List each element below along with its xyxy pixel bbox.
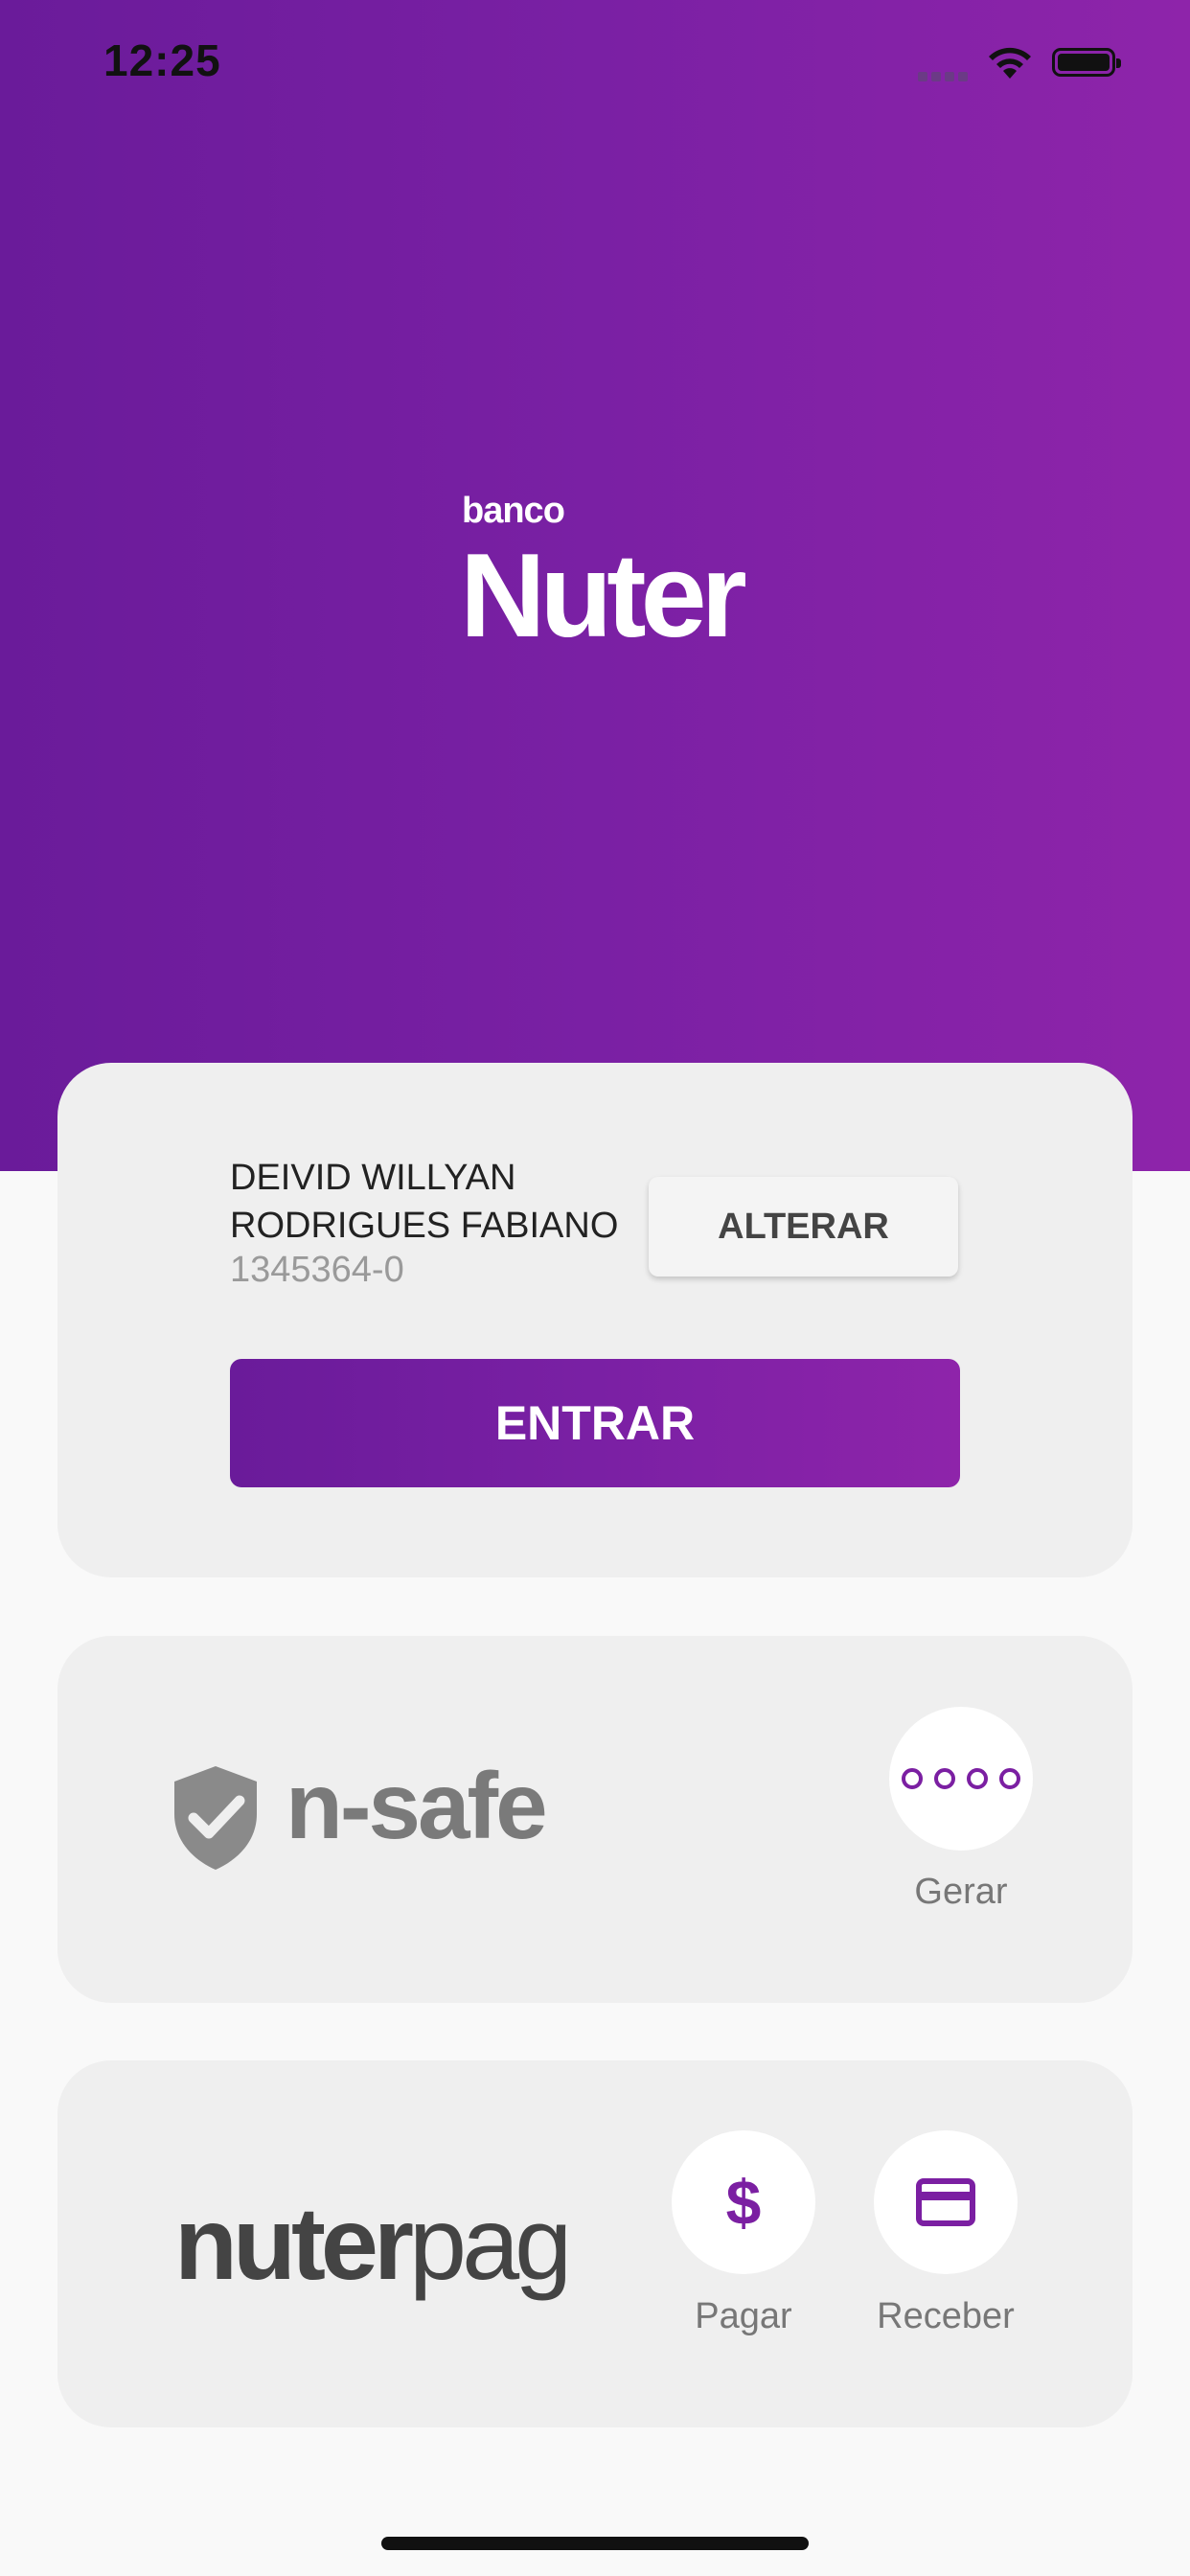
brand-prefix: banco	[462, 491, 565, 531]
user-name: DEIVID WILLYAN RODRIGUES FABIANO	[230, 1154, 618, 1250]
nuterpag-logo-bold: nuter	[174, 2185, 414, 2301]
nuterpag-logo-light: pag	[409, 2185, 572, 2301]
credit-card-icon	[916, 2178, 975, 2226]
pay-label: Pagar	[695, 2296, 792, 2336]
shield-check-icon	[174, 1766, 257, 1870]
wifi-icon	[989, 47, 1031, 79]
generate-label: Gerar	[914, 1872, 1008, 1912]
user-name-line1: DEIVID WILLYAN	[230, 1158, 516, 1198]
nsafe-card: n-safe Gerar	[57, 1636, 1133, 2003]
receive-button[interactable]	[874, 2130, 1018, 2274]
signal-icon	[918, 69, 972, 81]
user-name-line2: RODRIGUES FABIANO	[230, 1206, 619, 1246]
battery-icon	[1052, 48, 1121, 77]
receive-label: Receber	[877, 2296, 1015, 2336]
account-number: 1345364-0	[230, 1250, 404, 1290]
status-time: 12:25	[103, 35, 221, 85]
home-indicator[interactable]	[381, 2537, 809, 2550]
brand-title: Nuter	[460, 530, 747, 662]
dollar-icon: $	[725, 2167, 762, 2238]
nuterpag-card: nuterpag $ Pagar Receber	[57, 2060, 1133, 2427]
login-card: DEIVID WILLYAN RODRIGUES FABIANO 1345364…	[57, 1063, 1133, 1577]
pay-button[interactable]: $	[672, 2130, 815, 2274]
status-bar: 12:25	[0, 0, 1190, 134]
nsafe-logo: n-safe	[286, 1753, 548, 1858]
generate-button[interactable]	[889, 1707, 1033, 1851]
change-account-button[interactable]: ALTERAR	[649, 1177, 958, 1276]
enter-button[interactable]: ENTRAR	[230, 1359, 960, 1487]
pin-dots-icon	[902, 1768, 1020, 1789]
nuterpag-logo: nuterpag	[174, 2192, 572, 2295]
